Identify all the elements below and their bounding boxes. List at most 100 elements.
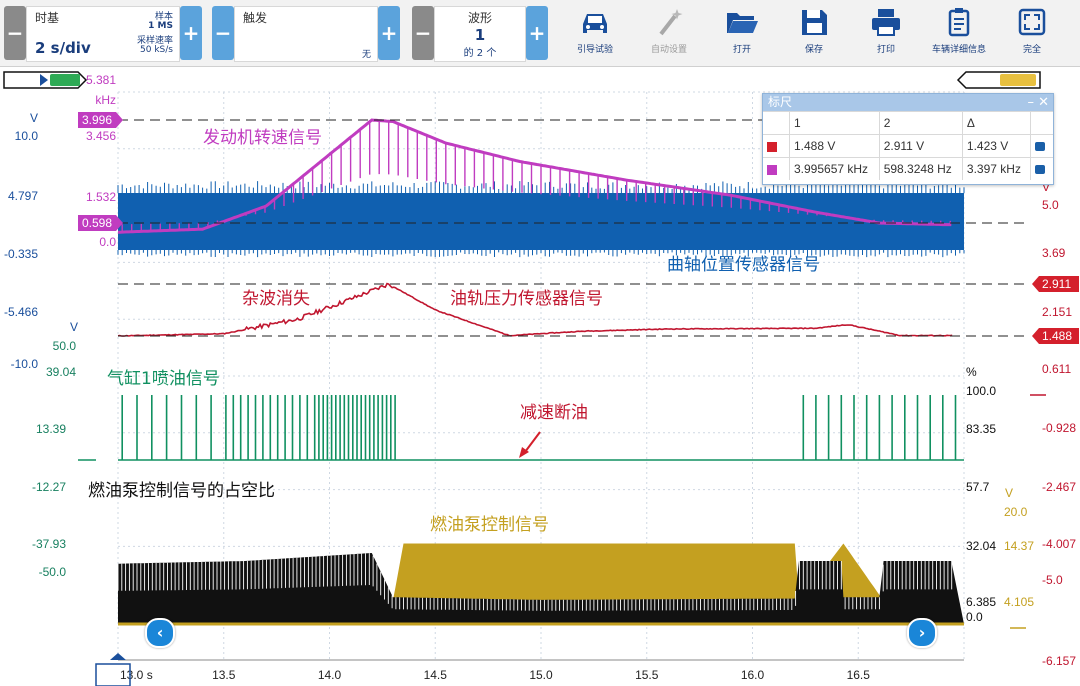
timebase-title: 时基 bbox=[35, 11, 60, 25]
open-button[interactable]: 打开 bbox=[710, 4, 774, 62]
pump-ctrl-annotation: 燃油泵控制信号 bbox=[430, 515, 549, 535]
time-tick: 16.5 bbox=[847, 668, 871, 682]
fuel-cut-arrow bbox=[524, 431, 541, 453]
guided-test-label: 引导试验 bbox=[576, 45, 613, 55]
toolbar: − 时基 2 s/div 样本 1 MS 采样速率 50 kS/s + − 触发… bbox=[0, 0, 1080, 67]
percent-tick: 32.04 bbox=[966, 539, 996, 553]
ruler-close-icon[interactable]: – ✕ bbox=[1027, 94, 1049, 111]
guided-test-button[interactable]: 引导试验 bbox=[563, 4, 627, 62]
right-red-tick: -5.0 bbox=[1042, 573, 1063, 587]
trigger-decrease-button[interactable]: − bbox=[212, 6, 234, 60]
cursor-handle-right-gold bbox=[1000, 74, 1036, 86]
ruler-value: 2.911 V bbox=[878, 134, 963, 158]
lock-icon[interactable] bbox=[1035, 142, 1045, 152]
ruler-col-delta: Δ bbox=[961, 111, 1031, 135]
injector-tick: 13.39 bbox=[36, 422, 66, 436]
pump-v-unit: V bbox=[1005, 486, 1013, 500]
crank-annotation: 曲轴位置传感器信号 bbox=[667, 255, 820, 275]
time-tick: 15.0 bbox=[529, 668, 553, 682]
waveform-value: 1 bbox=[474, 26, 486, 44]
time-cursor-arrow bbox=[110, 653, 126, 660]
left-v-tick: -0.335 bbox=[4, 247, 38, 261]
right-red-tick: 3.69 bbox=[1042, 246, 1066, 260]
timebase-value: 2 s/div bbox=[35, 39, 91, 57]
ruler-value: 1.488 V bbox=[789, 134, 880, 158]
channel-swatch bbox=[767, 141, 777, 152]
freq-tick: 0.0 bbox=[99, 235, 116, 249]
freq-unit: kHz bbox=[95, 93, 116, 107]
waveform-next-button[interactable]: + bbox=[526, 6, 548, 60]
save-button[interactable]: 保存 bbox=[782, 4, 846, 62]
left-v-tick: -10.0 bbox=[11, 357, 39, 371]
timebase-control[interactable]: 时基 2 s/div 样本 1 MS 采样速率 50 kS/s bbox=[26, 6, 180, 62]
fullscreen-label: 完全 bbox=[1022, 45, 1041, 55]
ruler-row: 1.488 V 2.911 V 1.423 V bbox=[763, 134, 1053, 158]
waveform-control[interactable]: 波形 1 的 2 个 bbox=[434, 6, 526, 62]
timebase-decrease-button[interactable]: − bbox=[4, 6, 26, 60]
ruler-delta-value: 3.397 kHz bbox=[961, 157, 1031, 180]
fullscreen-button[interactable]: 完全 bbox=[1000, 4, 1064, 62]
rail-marker-bottom: 1.488 bbox=[1032, 328, 1079, 344]
crank-signal-band bbox=[118, 193, 964, 250]
scroll-right-button[interactable]: › bbox=[907, 618, 937, 648]
scroll-left-button[interactable]: ‹ bbox=[145, 618, 175, 648]
right-red-tick: -6.157 bbox=[1042, 654, 1076, 668]
rpm-marker-top: 3.996 bbox=[78, 112, 123, 128]
left-v-tick: 10.0 bbox=[15, 129, 39, 143]
vehicle-details-label: 车辆详细信息 bbox=[931, 45, 986, 55]
auto-setup-button[interactable]: 自动设置 bbox=[637, 4, 701, 62]
trigger-control[interactable]: 触发 无 bbox=[234, 6, 378, 62]
rail-marker-top-text: 2.911 bbox=[1042, 277, 1071, 291]
ruler-header[interactable]: 标尺 – ✕ bbox=[763, 94, 1053, 111]
timebase-increase-button[interactable]: + bbox=[180, 6, 202, 60]
injector-tick: -37.93 bbox=[32, 537, 66, 551]
trigger-value: 无 bbox=[361, 50, 371, 60]
clipboard-icon bbox=[948, 8, 970, 37]
wand-icon bbox=[659, 9, 683, 36]
samples-value: 1 MS bbox=[148, 21, 173, 31]
fuel-cut-annotation: 减速断油 bbox=[520, 403, 588, 423]
cursor-handle-left-green bbox=[50, 74, 80, 86]
waveform-previous-button[interactable]: − bbox=[412, 6, 434, 60]
ruler-col-2: 2 bbox=[878, 111, 963, 135]
rpm-marker-bottom-text: 0.598 bbox=[82, 216, 112, 230]
injector-tick: -50.0 bbox=[39, 565, 67, 579]
rpm-marker-bottom: 0.598 bbox=[78, 215, 123, 231]
rpm-annotation: 发动机转速信号 bbox=[203, 128, 322, 148]
right-red-tick: -4.007 bbox=[1042, 537, 1076, 551]
ruler-value: 3.995657 kHz bbox=[789, 157, 880, 180]
injector-tick: -12.27 bbox=[32, 480, 66, 494]
print-button[interactable]: 打印 bbox=[854, 4, 918, 62]
lock-icon[interactable] bbox=[1035, 165, 1045, 175]
freq-tick: 3.456 bbox=[86, 129, 116, 143]
percent-tick: 83.35 bbox=[966, 422, 996, 436]
percent-tick: 57.7 bbox=[966, 480, 990, 494]
print-label: 打印 bbox=[876, 45, 895, 55]
rail-v-unit: V bbox=[70, 320, 78, 334]
freq-tick: 1.532 bbox=[86, 190, 116, 204]
trigger-title: 触发 bbox=[243, 11, 268, 25]
ruler-row: 3.995657 kHz 598.3248 Hz 3.397 kHz bbox=[763, 157, 1053, 180]
ruler-panel[interactable]: 标尺 – ✕ 1 2 Δ 1.488 V 2.911 V 1.423 V 3.9… bbox=[762, 93, 1054, 185]
time-tick: 16.0 bbox=[741, 668, 765, 682]
percent-tick: 0.0 bbox=[966, 610, 983, 624]
rail-v-tick: 39.04 bbox=[46, 365, 76, 379]
pump-v-tick: 14.37 bbox=[1004, 539, 1034, 553]
rail-marker-bottom-text: 1.488 bbox=[1042, 329, 1072, 343]
injector-annotation: 气缸1喷油信号 bbox=[107, 368, 220, 389]
ruler-col-1: 1 bbox=[789, 111, 880, 135]
noise-annotation: 杂波消失 bbox=[242, 289, 310, 309]
save-label: 保存 bbox=[804, 45, 823, 55]
time-axis: 13.0 s 13.5 14.0 14.5 15.0 15.5 16.0 16.5 bbox=[95, 653, 964, 686]
left-v-tick: -5.466 bbox=[4, 305, 38, 319]
save-icon bbox=[802, 10, 827, 35]
trigger-increase-button[interactable]: + bbox=[378, 6, 400, 60]
freq-tick: 5.381 bbox=[86, 73, 116, 87]
ruler-table: 1 2 Δ 1.488 V 2.911 V 1.423 V 3.995657 k… bbox=[763, 111, 1053, 180]
auto-setup-label: 自动设置 bbox=[650, 45, 687, 55]
right-red-tick: 5.0 bbox=[1042, 198, 1059, 212]
rail-annotation: 油轨压力传感器信号 bbox=[450, 289, 603, 309]
vehicle-details-button[interactable]: 车辆详细信息 bbox=[927, 4, 991, 62]
printer-icon bbox=[872, 9, 900, 36]
pump-v-tick: 4.105 bbox=[1004, 595, 1034, 609]
